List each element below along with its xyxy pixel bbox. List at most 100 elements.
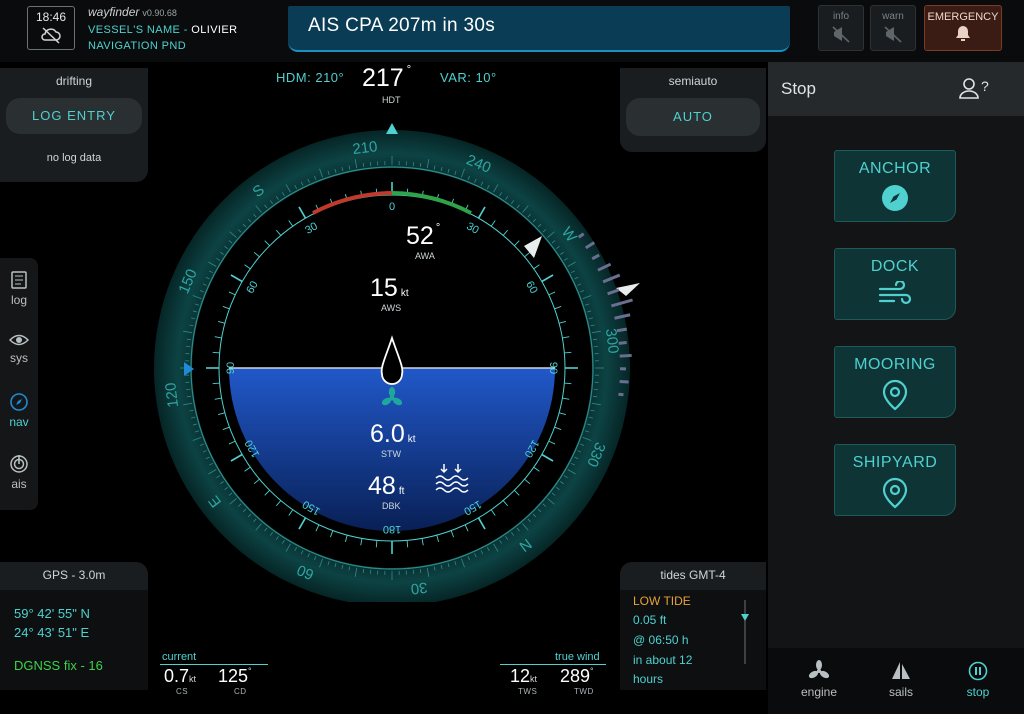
stw-unit: kt xyxy=(407,434,416,445)
side-nav: log sys nav ais xyxy=(0,258,38,510)
nav-label-ais: ais xyxy=(11,477,27,491)
current-direction: 125° CD xyxy=(218,666,252,696)
cd-deg: ° xyxy=(248,666,252,676)
mode-anchor-label: ANCHOR xyxy=(858,160,932,177)
tick-mark xyxy=(406,540,409,548)
true-wind-speed: 12kt TWS xyxy=(510,666,537,696)
pause-icon xyxy=(968,661,988,681)
emergency-button[interactable]: EMERGENCY xyxy=(924,5,1002,51)
tide-level-indicator xyxy=(741,600,749,664)
mode-mooring-label: MOORING xyxy=(854,356,936,373)
dbk-label: DBK xyxy=(382,501,401,511)
wind-history-bar xyxy=(619,353,632,358)
gps-latitude: 59° 42' 55" N xyxy=(14,606,90,621)
compass-gauge[interactable]: 210240W300330N3060E120150S 0306090120150… xyxy=(146,118,646,602)
nav-item-ais[interactable]: ais xyxy=(0,454,38,491)
version-text: v0.90.68 xyxy=(142,8,177,18)
vessel-label: VESSEL'S NAME xyxy=(88,24,181,36)
tides-panel: tides GMT-4 xyxy=(620,562,766,590)
hdt-label: HDT xyxy=(382,95,401,105)
twd-deg: ° xyxy=(590,666,594,676)
alert-text: AIS CPA 207m in 30s xyxy=(308,15,495,36)
var-readout: VAR: 10° xyxy=(440,70,497,85)
alarm-bell-icon xyxy=(956,26,970,41)
tick-mark xyxy=(212,351,220,354)
cs-unit: kt xyxy=(189,674,197,684)
tide-time: @ 06:50 h xyxy=(633,633,689,647)
compass-icon xyxy=(882,185,908,211)
info-label: info xyxy=(832,11,850,22)
tick-mark xyxy=(564,382,572,385)
tab-sails[interactable]: sails xyxy=(871,660,931,699)
user-help-icon[interactable]: ? xyxy=(958,76,992,102)
dbk-number: 48 xyxy=(368,472,396,500)
log-entry-button[interactable]: LOG ENTRY xyxy=(6,98,142,134)
outer-tick-mark xyxy=(419,568,422,574)
svg-text:?: ? xyxy=(981,78,989,94)
tab-stop[interactable]: stop xyxy=(948,660,1008,699)
heading-marker xyxy=(386,123,398,134)
awa-value: 52 ° xyxy=(406,222,440,251)
tide-height: 0.05 ft xyxy=(633,613,667,627)
mode-dock-button[interactable]: DOCK xyxy=(834,248,956,320)
tws-unit: kt xyxy=(530,674,538,684)
tide-eta: in about 12 xyxy=(633,653,693,667)
current-label: current xyxy=(162,651,197,663)
twd-value: 289 xyxy=(560,666,591,686)
warn-button[interactable]: warn xyxy=(870,5,916,51)
nav-item-sys[interactable]: sys xyxy=(0,332,38,365)
gps-body: 59° 42' 55" N 24° 43' 51" E DGNSS fix - … xyxy=(0,590,148,690)
cs-label: CS xyxy=(176,687,189,696)
stw-number: 6.0 xyxy=(370,420,405,448)
radar-icon xyxy=(10,455,28,473)
location-pin-icon xyxy=(882,477,908,509)
nav-item-nav[interactable]: nav xyxy=(0,392,38,429)
nav-mode-text: NAVIGATION PND xyxy=(88,40,187,52)
top-bar: 18:46 wayfinder v0.90.68 VESSEL'S NAME - … xyxy=(0,0,1024,62)
vessel-name: OLIVIER xyxy=(191,24,238,36)
nav-item-log[interactable]: log xyxy=(0,270,38,307)
log-icon xyxy=(11,271,27,289)
stw-value: 6.0 kt xyxy=(370,420,416,449)
outer-tick-mark xyxy=(186,338,192,341)
tab-engine[interactable]: engine xyxy=(789,660,849,699)
tides-body[interactable]: LOW TIDE 0.05 ft @ 06:50 h in about 12 h… xyxy=(620,590,766,690)
mode-shipyard-button[interactable]: SHIPYARD xyxy=(834,444,956,516)
hdm-label: HDM: xyxy=(276,70,312,85)
current-divider xyxy=(160,664,268,665)
alert-banner[interactable]: AIS CPA 207m in 30s xyxy=(288,6,790,52)
cd-label: CD xyxy=(234,687,247,696)
clock-widget[interactable]: 18:46 xyxy=(27,6,75,50)
auto-button[interactable]: AUTO xyxy=(626,98,760,136)
brand-block: wayfinder v0.90.68 VESSEL'S NAME - OLIVIE… xyxy=(88,5,237,52)
truewind-divider xyxy=(500,664,606,665)
inner-angle-label: 180 xyxy=(383,523,401,535)
hdt-number: 217 xyxy=(362,64,404,92)
outer-compass-label: 30 xyxy=(410,578,429,597)
wind-icon xyxy=(878,279,912,305)
mode-dock-label: DOCK xyxy=(870,258,920,275)
mode-anchor-button[interactable]: ANCHOR xyxy=(834,150,956,222)
awa-label: AWA xyxy=(415,251,435,261)
autopilot-status: semiauto xyxy=(668,74,718,88)
status-panel: drifting LOG ENTRY no log data xyxy=(0,68,148,182)
outer-tick-mark xyxy=(362,162,365,168)
gps-fix-status: DGNSS fix - 16 xyxy=(14,658,103,673)
log-status-text: no log data xyxy=(46,152,102,164)
vessel-name-line: VESSEL'S NAME - OLIVIER xyxy=(88,24,238,36)
cloud-off-icon xyxy=(41,27,61,44)
emergency-label: EMERGENCY xyxy=(927,11,999,23)
propeller-icon xyxy=(808,660,830,679)
wind-history-bar xyxy=(618,392,624,397)
info-button[interactable]: info xyxy=(818,5,864,51)
tab-sails-label: sails xyxy=(888,685,913,699)
warn-label: warn xyxy=(882,11,904,22)
mute-horn-icon xyxy=(832,26,850,43)
outer-compass-label: 210 xyxy=(352,138,379,158)
stw-label: STW xyxy=(381,449,401,459)
outer-tick-mark xyxy=(592,338,598,341)
nav-label-nav: nav xyxy=(9,415,29,429)
mode-mooring-button[interactable]: MOORING xyxy=(834,346,956,418)
bottom-tab-bar: engine sails stop xyxy=(768,648,1024,714)
eye-icon xyxy=(8,334,30,346)
